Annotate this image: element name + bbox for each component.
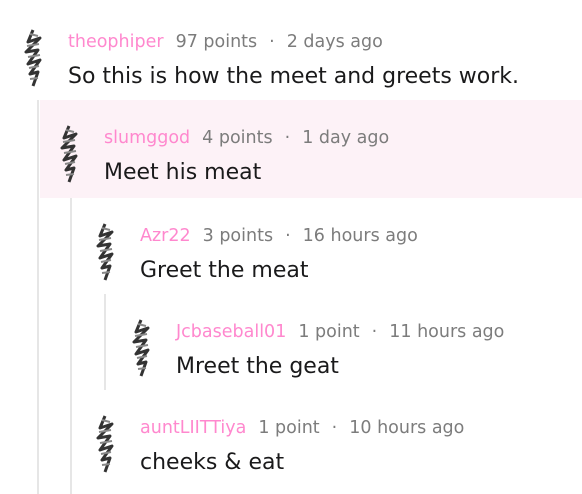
points: 97 points (175, 32, 258, 52)
timestamp[interactable]: 1 day ago (302, 128, 389, 148)
squiggle-avatar-icon[interactable] (56, 124, 82, 184)
points: 3 points (202, 226, 274, 246)
points: 4 points (202, 128, 273, 148)
separator-dot: · (269, 32, 275, 52)
squiggle-avatar-icon[interactable] (92, 414, 118, 474)
thread-line-level-3[interactable] (104, 294, 106, 390)
comment-meta: Jcbaseball01 1 point · 11 hours ago (176, 322, 504, 342)
separator-dot: · (284, 128, 291, 148)
timestamp[interactable]: 16 hours ago (303, 226, 418, 246)
username-link[interactable]: Jcbaseball01 (176, 322, 286, 342)
comment-meta: theophiper 97 points · 2 days ago (68, 32, 383, 52)
thread-line-level-1[interactable] (37, 100, 39, 494)
separator-dot: · (371, 322, 378, 342)
timestamp[interactable]: 11 hours ago (389, 322, 504, 342)
separator-dot: · (285, 226, 291, 246)
username-link[interactable]: slumggod (104, 128, 190, 148)
timestamp[interactable]: 2 days ago (287, 32, 383, 52)
comment-body: Mreet the geat (176, 354, 339, 379)
squiggle-avatar-icon[interactable] (128, 318, 154, 378)
squiggle-avatar-icon[interactable] (92, 222, 118, 282)
points: 1 point (298, 322, 360, 342)
timestamp[interactable]: 10 hours ago (349, 418, 464, 438)
comment-meta: Azr22 3 points · 16 hours ago (140, 226, 418, 246)
comment-body: cheeks & eat (140, 450, 285, 475)
comment-meta: slumggod 4 points · 1 day ago (104, 128, 389, 148)
comment-body: So this is how the meet and greets work. (68, 64, 520, 89)
comment-body: Meet his meat (104, 160, 262, 185)
username-link[interactable]: theophiper (68, 32, 164, 52)
thread-line-level-2[interactable] (70, 198, 72, 494)
comment-meta: auntLIITTiya 1 point · 10 hours ago (140, 418, 464, 438)
username-link[interactable]: auntLIITTiya (140, 418, 246, 438)
comment-body: Greet the meat (140, 258, 309, 283)
username-link[interactable]: Azr22 (140, 226, 191, 246)
points: 1 point (258, 418, 320, 438)
squiggle-avatar-icon[interactable] (20, 28, 46, 88)
separator-dot: · (331, 418, 338, 438)
